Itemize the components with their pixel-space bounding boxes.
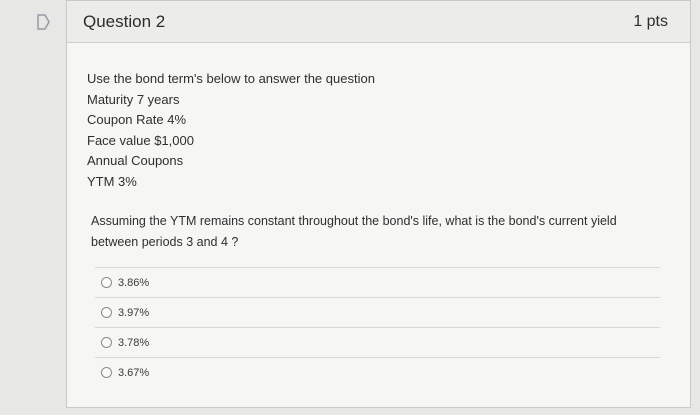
body-line: YTM 3% — [87, 173, 137, 189]
answer-list: 3.86% 3.97% 3.78% 3.67% — [95, 267, 660, 387]
body-line: Maturity 7 years — [87, 91, 180, 107]
radio-button[interactable] — [101, 277, 112, 288]
radio-button[interactable] — [101, 307, 112, 318]
body-line: Face value $1,000 — [87, 132, 194, 148]
question-card: Question 2 1 pts Use the bond term's bel… — [66, 0, 691, 408]
body-line: Coupon Rate 4% — [87, 112, 187, 127]
answer-label: 3.86% — [118, 276, 150, 289]
answer-option[interactable]: 3.86% — [95, 267, 660, 297]
answer-label: 3.97% — [118, 306, 150, 319]
question-points: 1 pts — [633, 12, 668, 30]
radio-button[interactable] — [101, 337, 112, 348]
answer-option[interactable]: 3.97% — [95, 297, 660, 327]
question-title: Question 2 — [83, 11, 166, 31]
body-line: Use the bond term's below to answer the … — [87, 71, 375, 86]
prompt-line: Assuming the YTM remains constant throug… — [91, 214, 617, 228]
flag-question-icon[interactable] — [34, 12, 54, 32]
question-header: Question 2 1 pts — [67, 1, 690, 43]
answer-label: 3.67% — [118, 366, 150, 379]
answer-option[interactable]: 3.67% — [95, 357, 660, 387]
body-line: Annual Coupons — [87, 153, 184, 168]
radio-button[interactable] — [101, 367, 112, 378]
answer-label: 3.78% — [118, 336, 150, 349]
question-prompt: Assuming the YTM remains constant throug… — [91, 211, 651, 253]
answer-option[interactable]: 3.78% — [95, 327, 660, 357]
prompt-line: between periods 3 and 4 ? — [91, 235, 239, 249]
question-body: Use the bond term's below to answer the … — [87, 69, 375, 192]
